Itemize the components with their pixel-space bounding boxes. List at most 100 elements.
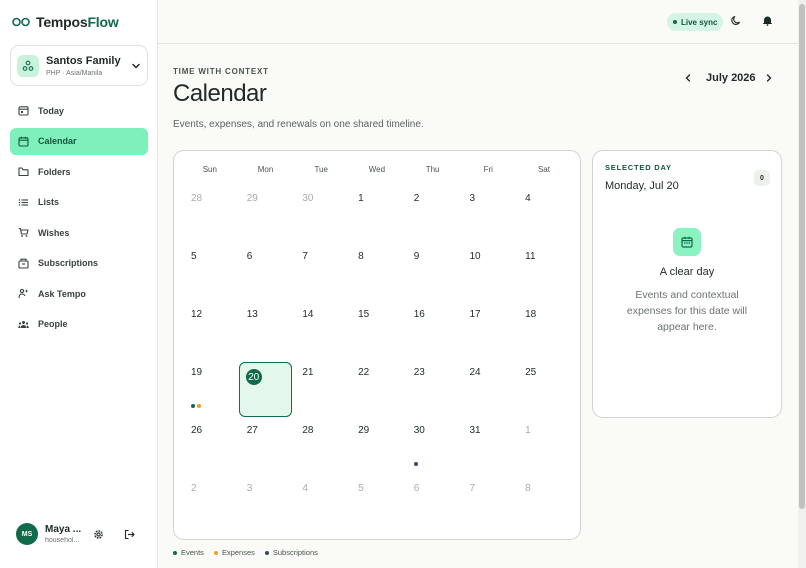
day-number: 9 bbox=[413, 251, 420, 262]
calendar-day-cell[interactable]: 12 bbox=[182, 301, 238, 359]
calendar-day-cell[interactable]: 18 bbox=[516, 301, 572, 359]
day-number: 20 bbox=[245, 369, 262, 385]
day-number: 1 bbox=[525, 425, 531, 436]
day-number: 19 bbox=[191, 367, 203, 378]
calendar-day-cell[interactable]: 22 bbox=[349, 359, 405, 417]
day-number: 2 bbox=[191, 483, 197, 494]
scrollbar-thumb[interactable] bbox=[799, 4, 805, 509]
user-profile: MS Maya ... househol... bbox=[16, 522, 146, 546]
expenses-dot-icon bbox=[213, 550, 218, 555]
brand-logo[interactable]: TemposFlow bbox=[12, 14, 119, 30]
day-number: 24 bbox=[469, 367, 481, 378]
calendar-day-cell[interactable]: 3 bbox=[460, 185, 516, 243]
live-sync-badge: Live sync bbox=[667, 13, 724, 31]
calendar-day-cell[interactable]: 1 bbox=[349, 185, 405, 243]
calendar-day-cell[interactable]: 31 bbox=[460, 417, 516, 475]
selected-day-highlight[interactable]: 20 bbox=[238, 362, 292, 417]
notifications-button[interactable] bbox=[761, 14, 773, 26]
day-number: 7 bbox=[302, 251, 308, 262]
cart-icon bbox=[18, 227, 29, 237]
page-scrollbar[interactable] bbox=[798, 0, 806, 568]
calendar-day-cell[interactable]: 10 bbox=[460, 243, 516, 301]
calendar-day-cell[interactable]: 29 bbox=[349, 417, 405, 475]
calendar-day-cell[interactable]: 29 bbox=[238, 185, 294, 243]
empty-state-title: A clear day bbox=[659, 266, 715, 278]
user-name: Maya ... bbox=[45, 524, 82, 535]
sidebar-item-label: Calendar bbox=[38, 136, 77, 146]
calendar-day-cell[interactable]: 2 bbox=[182, 475, 238, 533]
sidebar-item-wishes[interactable]: Wishes bbox=[10, 219, 148, 246]
calendar-day-cell[interactable]: 28 bbox=[182, 185, 238, 243]
calendar-day-cell[interactable]: 23 bbox=[405, 359, 461, 417]
calendar-day-cell[interactable]: 30 bbox=[293, 185, 349, 243]
calendar-day-cell[interactable]: 30 bbox=[405, 417, 461, 475]
sidebar-item-label: Lists bbox=[38, 197, 60, 207]
calendar-day-cell[interactable]: 26 bbox=[182, 417, 238, 475]
calendar-day-cell[interactable]: 5 bbox=[182, 243, 238, 301]
calendar-day-cell[interactable]: 13 bbox=[238, 301, 294, 359]
calendar-icon bbox=[18, 136, 29, 147]
subscriptions-dot-icon bbox=[413, 462, 418, 466]
calendar-day-cell[interactable]: 21 bbox=[293, 359, 349, 417]
family-group-icon bbox=[22, 60, 34, 71]
calendar-day-cell[interactable]: 8 bbox=[516, 475, 572, 533]
legend-expenses: Expenses bbox=[213, 548, 255, 557]
calendar-day-cell[interactable]: 8 bbox=[349, 243, 405, 301]
day-number: 15 bbox=[358, 309, 370, 320]
weekday-label: Sun bbox=[202, 165, 217, 174]
logout-button[interactable] bbox=[122, 527, 136, 541]
calendar-day-cell[interactable]: 2 bbox=[405, 185, 461, 243]
top-bar: Live sync bbox=[158, 0, 798, 44]
theme-toggle-button[interactable] bbox=[730, 14, 742, 26]
calendar-day-cell[interactable]: 4 bbox=[516, 185, 572, 243]
calendar-day-cell[interactable]: 11 bbox=[516, 243, 572, 301]
chevron-right-icon bbox=[766, 74, 772, 82]
sidebar-item-folders[interactable]: Folders bbox=[10, 158, 148, 185]
sidebar-item-lists[interactable]: Lists bbox=[10, 189, 148, 216]
day-number: 18 bbox=[525, 309, 537, 320]
calendar-day-cell[interactable]: 27 bbox=[238, 417, 294, 475]
previous-month-button[interactable] bbox=[682, 72, 694, 84]
family-switcher[interactable]: Santos Family PHP · Asia/Manila bbox=[10, 45, 148, 86]
page-subtitle: Events, expenses, and renewals on one sh… bbox=[173, 119, 424, 130]
avatar[interactable]: MS bbox=[16, 523, 38, 545]
calendar-day-cell[interactable]: 28 bbox=[293, 417, 349, 475]
settings-button[interactable] bbox=[91, 527, 105, 541]
calendar-day-cell[interactable]: 25 bbox=[516, 359, 572, 417]
calendar-day-cell[interactable]: 20 bbox=[238, 359, 294, 417]
calendar-day-cell[interactable]: 5 bbox=[349, 475, 405, 533]
calendar-day-cell[interactable]: 9 bbox=[405, 243, 461, 301]
month-label: July 2026 bbox=[706, 72, 756, 84]
calendar-day-cell[interactable]: 16 bbox=[405, 301, 461, 359]
sidebar-item-today[interactable]: Today bbox=[10, 97, 148, 124]
next-month-button[interactable] bbox=[763, 72, 775, 84]
calendar-day-cell[interactable]: 1 bbox=[516, 417, 572, 475]
calendar-day-cell[interactable]: 6 bbox=[405, 475, 461, 533]
day-number: 22 bbox=[358, 367, 370, 378]
bell-icon bbox=[762, 16, 772, 26]
sidebar-item-subscriptions[interactable]: Subscriptions bbox=[10, 250, 148, 277]
calendar-day-cell[interactable]: 17 bbox=[460, 301, 516, 359]
calendar-day-cell[interactable]: 24 bbox=[460, 359, 516, 417]
calendar-day-cell[interactable]: 3 bbox=[238, 475, 294, 533]
sidebar-item-calendar[interactable]: Calendar bbox=[10, 127, 148, 155]
box-icon bbox=[18, 258, 29, 269]
calendar-day-cell[interactable]: 7 bbox=[293, 243, 349, 301]
day-number: 3 bbox=[469, 193, 475, 204]
calendar-day-cell[interactable]: 4 bbox=[293, 475, 349, 533]
gear-icon bbox=[93, 529, 103, 539]
calendar-day-cell[interactable]: 15 bbox=[349, 301, 405, 359]
expenses-dot-icon bbox=[197, 404, 201, 408]
sidebar-item-people[interactable]: People bbox=[10, 311, 148, 338]
day-number: 29 bbox=[358, 425, 370, 436]
calendar-day-cell[interactable]: 6 bbox=[238, 243, 294, 301]
calendar-day-cell[interactable]: 14 bbox=[293, 301, 349, 359]
calendar-day-cell[interactable]: 19 bbox=[182, 359, 238, 417]
day-number: 7 bbox=[469, 483, 475, 494]
sidebar-item-label: Ask Tempo bbox=[38, 288, 86, 299]
calendar-day-cell[interactable]: 7 bbox=[460, 475, 516, 533]
sparkle-person-icon bbox=[18, 288, 29, 299]
sidebar-item-ask-tempo[interactable]: Ask Tempo bbox=[10, 280, 148, 307]
empty-state-icon-tile bbox=[673, 228, 701, 256]
day-number: 28 bbox=[302, 425, 314, 436]
